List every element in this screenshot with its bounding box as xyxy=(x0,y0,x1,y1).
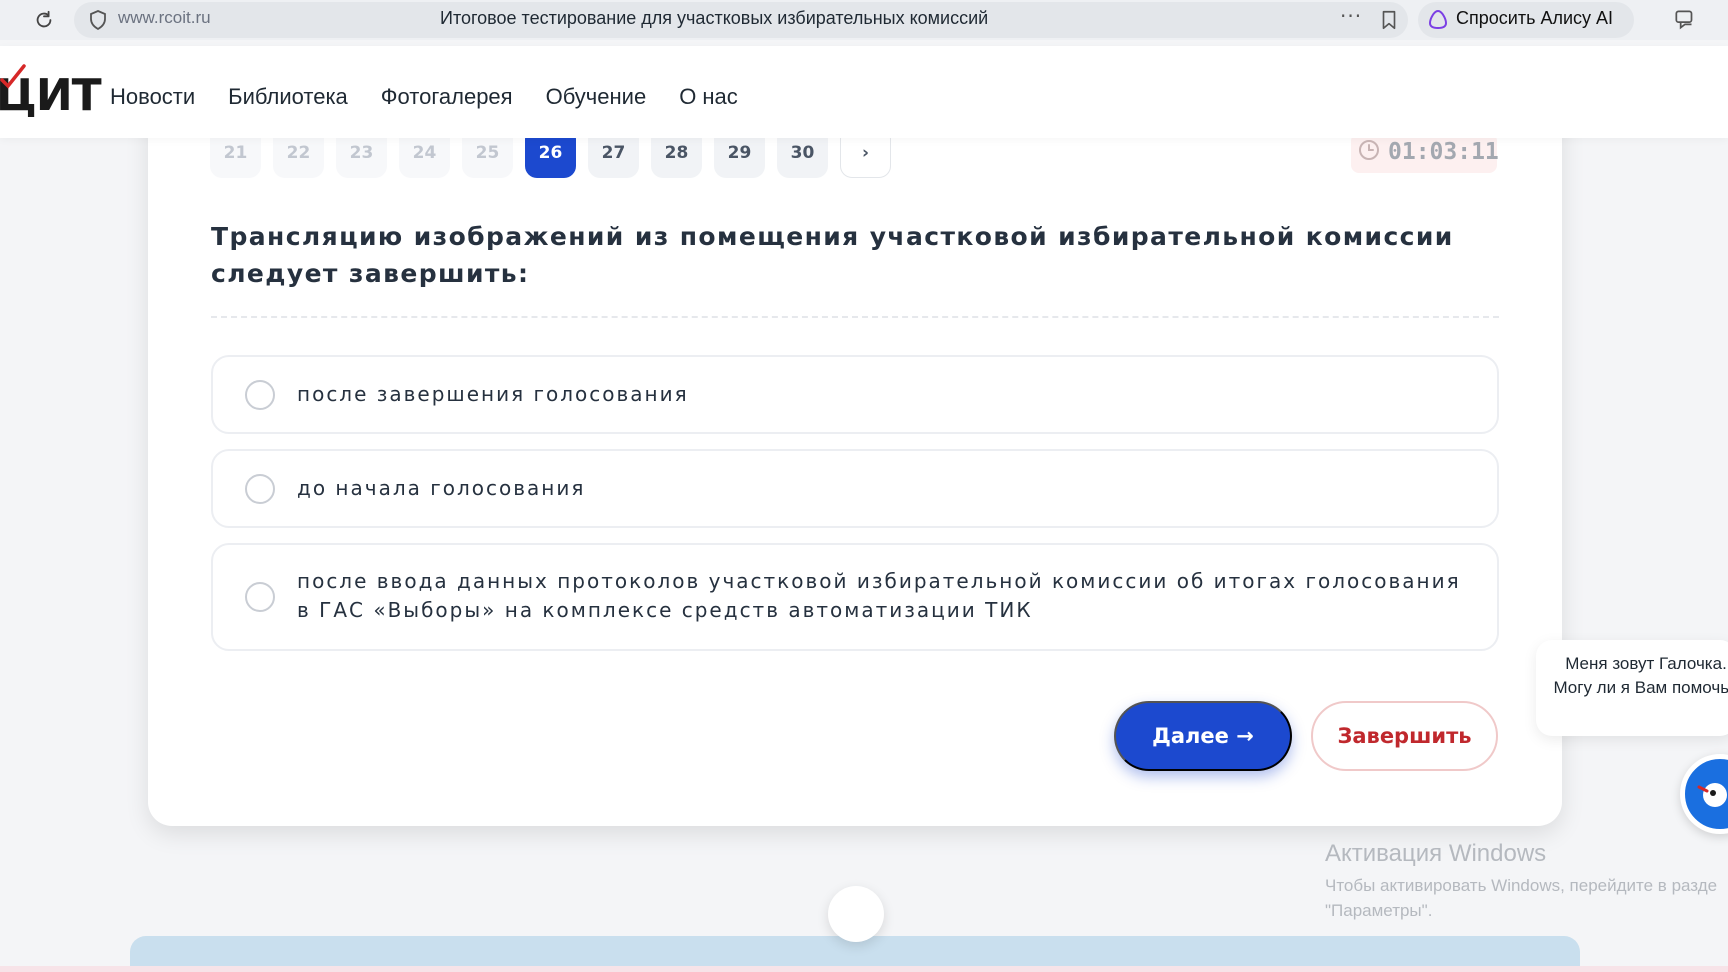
logo-check-icon xyxy=(0,64,26,89)
main-nav: Новости Библиотека Фотогалерея Обучение … xyxy=(110,84,738,110)
alice-label[interactable]: Спросить Алису AI xyxy=(1456,8,1613,29)
answer-option[interactable]: до начала голосования xyxy=(211,449,1499,528)
extensions-icon[interactable] xyxy=(1672,7,1698,33)
next-button[interactable]: Далее → xyxy=(1114,701,1292,771)
windows-watermark-line: Чтобы активировать Windows, перейдите в … xyxy=(1325,876,1718,895)
windows-watermark-text: Чтобы активировать Windows, перейдите в … xyxy=(1325,873,1717,923)
windows-watermark-title: Активация Windows xyxy=(1325,840,1547,867)
reload-icon[interactable] xyxy=(30,6,58,34)
bottom-edge xyxy=(0,966,1728,972)
nav-item-gallery[interactable]: Фотогалерея xyxy=(381,84,513,110)
radio-button[interactable] xyxy=(245,380,275,410)
chat-message: Меня зовут Галочка. Могу ли я Вам помочь… xyxy=(1553,654,1728,697)
bird-icon xyxy=(1697,783,1727,807)
shield-icon xyxy=(90,10,106,31)
answer-label: после завершения голосования xyxy=(297,382,689,406)
nav-item-news[interactable]: Новости xyxy=(110,84,195,110)
windows-watermark-line: "Параметры". xyxy=(1325,901,1433,920)
bookmark-icon[interactable] xyxy=(1378,8,1400,32)
answer-label: после ввода данных протоколов участковой… xyxy=(297,569,1461,622)
more-icon[interactable]: ··· xyxy=(1340,4,1362,28)
finish-button[interactable]: Завершить xyxy=(1311,701,1498,771)
answer-option[interactable]: после завершения голосования xyxy=(211,355,1499,434)
scroll-button[interactable] xyxy=(828,886,884,942)
question-text: Трансляцию изображений из помещения учас… xyxy=(211,222,1454,288)
answer-option[interactable]: после ввода данных протоколов участковой… xyxy=(211,543,1499,651)
page-title: Итоговое тестирование для участковых изб… xyxy=(440,8,989,28)
answer-label: до начала голосования xyxy=(297,476,586,500)
nav-item-learning[interactable]: Обучение xyxy=(546,84,647,110)
nav-item-about[interactable]: О нас xyxy=(679,84,738,110)
nav-item-library[interactable]: Библиотека xyxy=(228,84,348,110)
question-divider xyxy=(211,316,1499,318)
chat-avatar[interactable] xyxy=(1680,754,1728,834)
clock-icon xyxy=(1359,140,1379,160)
url-text[interactable]: www.rcoit.ru xyxy=(118,8,211,28)
alice-icon xyxy=(1428,9,1448,30)
timer-value: 01:03:11 xyxy=(1388,139,1499,165)
radio-button[interactable] xyxy=(245,474,275,504)
radio-button[interactable] xyxy=(245,582,275,612)
